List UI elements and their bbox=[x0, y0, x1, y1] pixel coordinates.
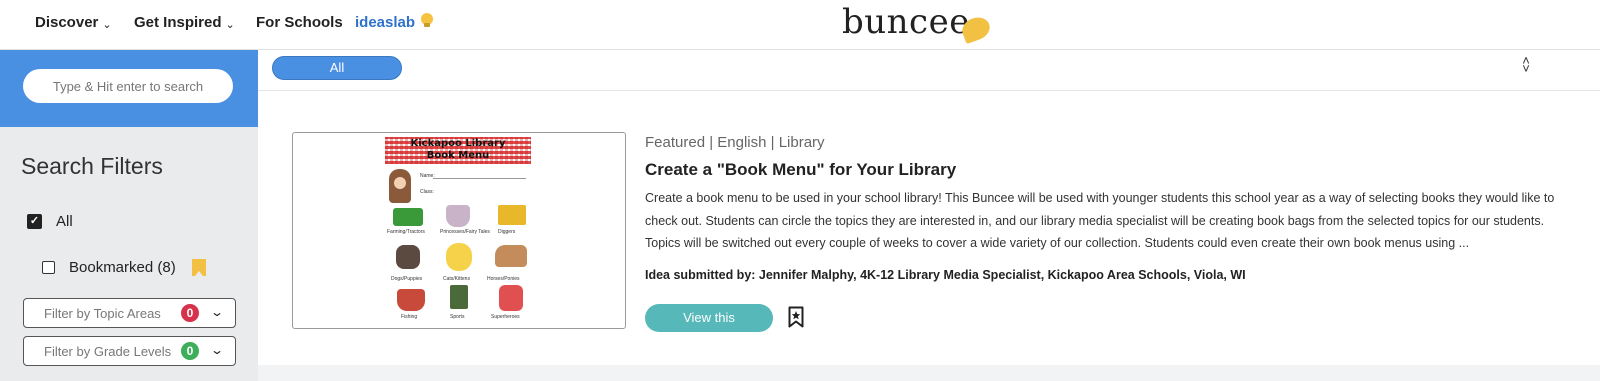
main-content: All ˄ ˅ Kickapoo Library Book Menu Name: … bbox=[258, 50, 1600, 381]
filter-bookmarked-label: Bookmarked (8) bbox=[69, 259, 176, 276]
castle-icon bbox=[446, 205, 470, 227]
librarian-face-icon bbox=[394, 177, 406, 189]
collapse-icon[interactable]: ˄ ˅ bbox=[1520, 54, 1532, 75]
idea-submitted-by: Idea submitted by: Jennifer Malphy, 4K-1… bbox=[645, 268, 1246, 282]
idea-meta: Featured | English | Library bbox=[645, 134, 825, 151]
nav-get-inspired-label: Get Inspired bbox=[134, 14, 222, 31]
topic-label: Superheroes bbox=[491, 314, 520, 320]
nav-for-schools[interactable]: For Schools bbox=[256, 14, 343, 31]
sports-icon bbox=[450, 285, 468, 309]
idea-title[interactable]: Create a "Book Menu" for Your Library bbox=[645, 160, 956, 180]
topic-label: Princesses/Fairy Tales bbox=[440, 229, 490, 235]
search-band bbox=[0, 50, 258, 127]
topic-areas-filter[interactable]: Filter by Topic Areas 0 ⌄ bbox=[23, 298, 236, 328]
bookmarked-checkbox[interactable] bbox=[42, 261, 55, 274]
topic-label: Fishing bbox=[401, 314, 418, 320]
tractor-icon bbox=[393, 208, 423, 226]
thumbnail-class-label: Class: bbox=[420, 189, 434, 195]
card-footer-bar bbox=[258, 365, 1600, 381]
nav-discover-label: Discover bbox=[35, 14, 99, 31]
topic-label: Farming/Tractors bbox=[387, 229, 425, 235]
top-navigation: Discover ⌄ Get Inspired ⌄ For Schools id… bbox=[0, 0, 1600, 50]
lightbulb-icon bbox=[421, 12, 434, 27]
cat-icon bbox=[446, 243, 472, 271]
chevron-down-icon: ⌄ bbox=[225, 18, 235, 31]
filter-all-label: All bbox=[56, 213, 73, 230]
search-input[interactable] bbox=[23, 69, 233, 103]
nav-ideaslab[interactable]: ideaslab bbox=[355, 12, 434, 31]
nav-ideaslab-label: ideaslab bbox=[355, 14, 416, 31]
thumbnail-title-line2: Book Menu bbox=[426, 150, 490, 161]
topic-label: Dogs/Puppies bbox=[391, 276, 423, 282]
bookmark-icon bbox=[191, 259, 206, 276]
nav-discover[interactable]: Discover ⌄ bbox=[35, 14, 112, 31]
thumbnail-title-line1: Kickapoo Library bbox=[410, 138, 506, 149]
grade-levels-filter[interactable]: Filter by Grade Levels 0 ⌄ bbox=[23, 336, 236, 366]
topic-areas-label: Filter by Topic Areas bbox=[44, 305, 161, 321]
check-icon: ✓ bbox=[29, 215, 40, 227]
filter-all-row[interactable]: ✓ All bbox=[27, 213, 73, 230]
nav-for-schools-label: For Schools bbox=[256, 14, 343, 31]
divider bbox=[258, 90, 1600, 91]
grade-count-badge: 0 bbox=[181, 342, 199, 360]
chevron-down-icon: ⌄ bbox=[102, 18, 112, 31]
horse-icon bbox=[495, 245, 527, 267]
thumbnail-title: Kickapoo Library Book Menu bbox=[385, 138, 531, 162]
topic-label: Horses/Ponies bbox=[487, 276, 520, 282]
name-line bbox=[433, 178, 526, 179]
filter-pill-all[interactable]: All bbox=[272, 56, 402, 80]
topic-label: Cats/Kittens bbox=[443, 276, 470, 282]
topic-label: Sports bbox=[450, 314, 465, 320]
idea-description: Create a book menu to be used in your sc… bbox=[645, 191, 1555, 250]
view-this-button[interactable]: View this bbox=[645, 304, 773, 332]
sidebar: Search Filters ✓ All Bookmarked (8) Filt… bbox=[0, 50, 258, 381]
filter-bookmarked-row[interactable]: Bookmarked (8) bbox=[42, 259, 206, 276]
digger-icon bbox=[498, 205, 526, 225]
chevron-down-icon: ⌄ bbox=[209, 305, 225, 319]
bookmark-icon[interactable] bbox=[788, 306, 804, 328]
fishing-icon bbox=[397, 289, 425, 311]
search-filters-title: Search Filters bbox=[21, 153, 163, 179]
topic-count-badge: 0 bbox=[181, 304, 199, 322]
all-checkbox[interactable]: ✓ bbox=[27, 214, 42, 229]
topic-label: Diggers bbox=[498, 229, 516, 235]
nav-get-inspired[interactable]: Get Inspired ⌄ bbox=[134, 14, 235, 31]
superhero-icon bbox=[499, 285, 523, 311]
buncee-logo[interactable]: buncee bbox=[842, 2, 970, 42]
grade-levels-label: Filter by Grade Levels bbox=[44, 343, 172, 359]
idea-thumbnail[interactable]: Kickapoo Library Book Menu Name: Class: … bbox=[292, 132, 626, 329]
dog-icon bbox=[396, 245, 420, 269]
chevron-down-icon: ⌄ bbox=[209, 343, 225, 357]
